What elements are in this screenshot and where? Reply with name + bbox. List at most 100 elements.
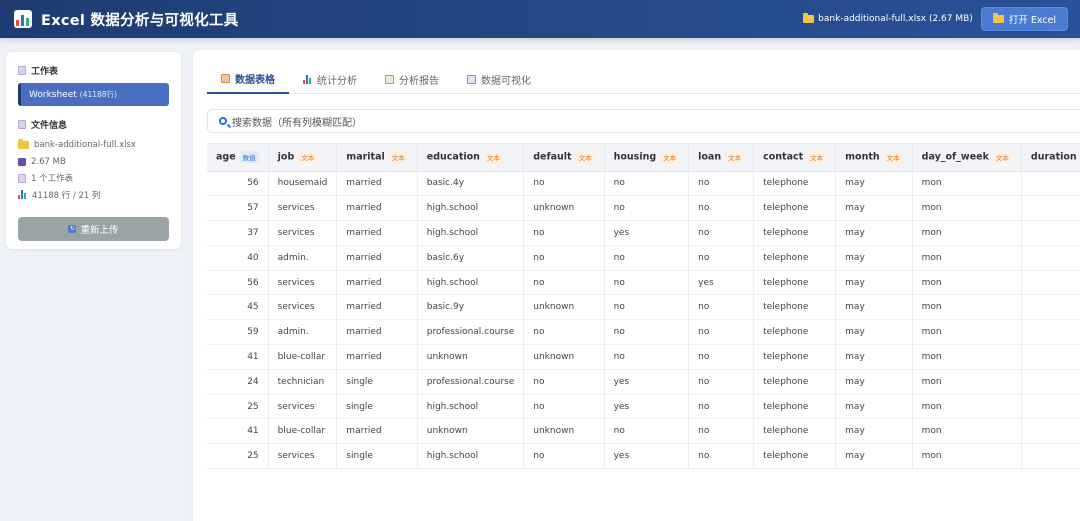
column-header-day-of-week[interactable]: day_of_week 文本 [912, 144, 1022, 172]
table-row[interactable]: 59 admin. married professional.course no no no… [207, 319, 1080, 346]
table-row[interactable]: 25 services single high.school no yes no teleph… [207, 394, 1080, 420]
table-cell: yes [604, 369, 690, 395]
column-header-duration[interactable]: duration数值 [1021, 144, 1080, 172]
table-cell: single [336, 394, 418, 420]
table-cell: high.school [417, 270, 525, 296]
table-cell: blue-collar [268, 418, 338, 445]
bar-chart-logo-icon [14, 10, 32, 28]
table-row[interactable]: 45 services married basic.9y unknown no no tele… [207, 294, 1080, 321]
table-cell: may [835, 344, 913, 370]
table-row[interactable]: 41 blue-collar married unknown unknown no no te… [207, 344, 1080, 370]
table-cell: married [336, 319, 418, 346]
column-header-age[interactable]: age 数值 [207, 144, 269, 172]
table-row[interactable]: 56 services married high.school no no yes telep… [207, 270, 1080, 296]
table-row[interactable]: 24 technician single professional.course no y… [207, 369, 1080, 395]
table-cell: telephone [753, 369, 837, 395]
table-cell: 40 [207, 245, 269, 271]
data-table: age 数值 job 文本 marital 文本 education 文本 default 文本 h… [207, 144, 1080, 470]
table-cell: basic.4y [417, 171, 525, 197]
table-cell: services [268, 294, 338, 321]
search-input[interactable]: 搜索数据（所有列模糊匹配） [207, 109, 1080, 133]
column-type-badge: 文本 [807, 151, 827, 164]
table-cell: telephone [753, 270, 837, 296]
table-row[interactable]: 56 housemaid married basic.4y no no no telephon… [207, 171, 1080, 197]
table-cell: married [336, 245, 418, 271]
table-row[interactable]: 40 admin. married basic.6y no no no telephone ma… [207, 245, 1080, 271]
table-cell: may [835, 394, 913, 420]
column-header-marital[interactable]: marital 文本 [336, 144, 418, 172]
column-header-default[interactable]: default 文本 [523, 144, 605, 172]
column-header-education[interactable]: education 文本 [417, 144, 525, 172]
table-cell: mon [912, 394, 1022, 420]
table-cell: mon [912, 294, 1022, 321]
main-panel: 数据表格 统计分析 分析报告 数据可视化 搜索数据（所有列模糊匹配） age 数值… [193, 50, 1080, 521]
table-cell: high.school [417, 195, 525, 222]
reupload-button[interactable]: ↻ 重新上传 [18, 217, 169, 241]
table-cell: yes [604, 443, 690, 470]
column-name: default [533, 151, 572, 163]
open-excel-label: 打开 Excel [1008, 15, 1056, 26]
column-header-month[interactable]: month 文本 [835, 144, 913, 172]
table-cell: may [835, 220, 913, 246]
bar-chart-icon [18, 190, 27, 200]
folder-icon [18, 139, 29, 150]
sheet-count-info: 1 个工作表 [18, 170, 169, 187]
table-cell: telephone [753, 418, 837, 445]
app-header: Excel 数据分析与可视化工具 bank-additional-full.xl… [0, 0, 1080, 38]
table-cell: unknown [523, 195, 605, 222]
table-cell: 41 [207, 418, 269, 445]
current-file-name: bank-additional-full.xlsx (2.67 MB) [818, 14, 973, 24]
column-header-job[interactable]: job 文本 [268, 144, 338, 172]
data-table-container[interactable]: age 数值 job 文本 marital 文本 education 文本 default 文本 h… [207, 143, 1080, 521]
table-cell: 59 [207, 319, 269, 346]
column-name: marital [346, 151, 385, 163]
table-cell: may [835, 369, 913, 395]
table-cell: mon [912, 195, 1022, 222]
column-name: duration [1030, 151, 1077, 163]
table-cell: no [604, 245, 690, 271]
table-cell: no [604, 319, 690, 346]
column-type-badge: 文本 [883, 151, 903, 164]
table-cell: married [336, 344, 418, 370]
tab-visualization[interactable]: 数据可视化 [453, 64, 545, 94]
tab-bar: 数据表格 统计分析 分析报告 数据可视化 [207, 64, 1080, 94]
table-row[interactable]: 25 services single high.school no yes no teleph… [207, 443, 1080, 470]
table-cell: admin. [268, 245, 338, 271]
table-cell: 57 [207, 195, 269, 222]
table-cell: basic.9y [417, 294, 525, 321]
table-cell: no [604, 171, 690, 197]
table-cell: 50 [1021, 394, 1080, 420]
column-header-housing[interactable]: housing 文本 [604, 144, 690, 172]
tab-statistics[interactable]: 统计分析 [289, 64, 371, 94]
worksheet-item[interactable]: Worksheet (41188行) [18, 83, 169, 106]
table-cell: high.school [417, 220, 525, 246]
table-cell: unknown [417, 418, 525, 445]
tab-analysis-report[interactable]: 分析报告 [371, 64, 453, 94]
search-placeholder: 搜索数据（所有列模糊匹配） [232, 117, 362, 129]
table-cell: no [688, 369, 755, 395]
column-header-contact[interactable]: contact 文本 [753, 144, 837, 172]
table-cell: 198 [1021, 294, 1080, 321]
column-type-badge: 文本 [660, 151, 680, 164]
table-row[interactable]: 37 services married high.school no yes no telep… [207, 220, 1080, 246]
table-cell: yes [604, 394, 690, 420]
table-cell: no [523, 443, 605, 470]
column-name: day_of_week [921, 151, 989, 163]
table-cell: no [688, 344, 755, 370]
table-row[interactable]: 57 services married high.school unknown no no t… [207, 195, 1080, 222]
table-cell: no [523, 245, 605, 271]
table-cell: no [688, 294, 755, 321]
column-header-loan[interactable]: loan 文本 [688, 144, 755, 172]
table-body: 56 housemaid married basic.4y no no no telephon… [207, 171, 1080, 470]
tab-data-table[interactable]: 数据表格 [207, 64, 289, 94]
table-cell: 37 [207, 220, 269, 246]
table-row[interactable]: 41 blue-collar married unknown unknown no no te… [207, 418, 1080, 445]
table-cell: married [336, 294, 418, 321]
open-excel-button[interactable]: 打开 Excel [980, 7, 1068, 31]
table-cell: telephone [753, 171, 837, 197]
column-type-badge: 文本 [575, 151, 595, 164]
table-cell: mon [912, 220, 1022, 246]
table-cell: no [688, 195, 755, 222]
table-cell: 45 [207, 294, 269, 321]
table-cell: 55 [1021, 418, 1080, 445]
